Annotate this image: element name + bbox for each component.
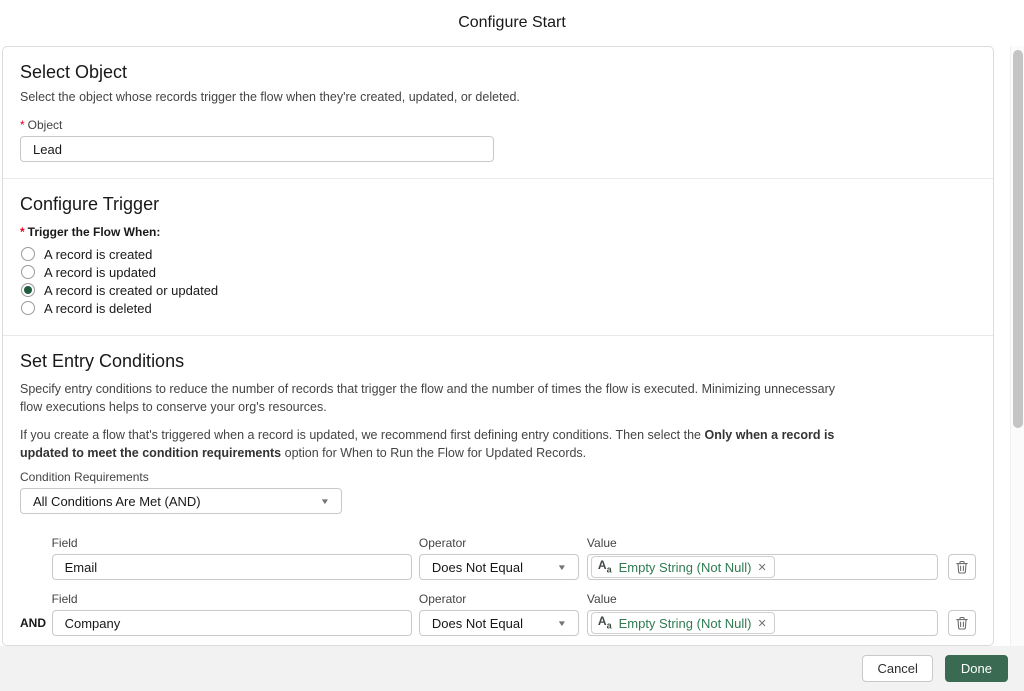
paragraph2-line1: If you create a flow that's triggered wh… [20,426,976,444]
delete-condition-button[interactable] [948,554,976,580]
dialog-title: Configure Start [458,14,566,32]
conditions-list: Field Email Operator Does Not Equal ▼ Va… [20,536,976,636]
paragraph1-line1: Specify entry conditions to reduce the n… [20,380,976,398]
done-button[interactable]: Done [945,655,1008,682]
value-pill[interactable]: Aa Empty String (Not Null) ✕ [591,556,775,578]
configure-trigger-heading: Configure Trigger [20,193,976,215]
operator-column: Operator Does Not Equal ▼ [419,536,579,580]
condition-requirements-select[interactable]: All Conditions Are Met (AND) ▼ [20,488,342,514]
field-column-label: Field [52,592,412,606]
condition-field-value: Company [65,616,121,631]
condition-requirements-label: Condition Requirements [20,470,976,484]
condition-operator-select[interactable]: Does Not Equal ▼ [419,554,579,580]
trigger-when-label: *Trigger the Flow When: [20,225,976,239]
condition-requirements-value: All Conditions Are Met (AND) [33,494,201,509]
required-asterisk: * [20,225,25,239]
trigger-radio-group: A record is created A record is updated … [20,247,976,315]
text-type-icon: Aa [598,615,612,630]
operator-column: Operator Does Not Equal ▼ [419,592,579,636]
chevron-down-icon: ▼ [557,619,567,628]
remove-pill-icon[interactable]: ✕ [758,617,767,630]
configure-start-panel: Select Object Select the object whose re… [2,46,994,646]
operator-column-label: Operator [419,592,579,606]
radio-option-label: A record is deleted [44,301,152,316]
condition-field-input[interactable]: Email [52,554,412,580]
value-column: Value Aa Empty String (Not Null) ✕ [587,536,938,580]
object-field-label: *Object [20,118,976,132]
radio-option-label: A record is created [44,247,152,262]
select-object-description: Select the object whose records trigger … [20,89,976,106]
condition-row: Field Email Operator Does Not Equal ▼ Va… [20,536,976,580]
condition-row: AND Field Company Operator Does Not Equa… [20,592,976,636]
chevron-down-icon: ▼ [557,563,567,572]
dialog-footer: Cancel Done [0,646,1024,691]
paragraph2-line2: updated to meet the condition requiremen… [20,444,976,462]
chevron-down-icon: ▼ [320,497,330,506]
logic-cell: AND [20,610,52,636]
object-input[interactable]: Lead [20,136,494,162]
vertical-scrollbar-thumb[interactable] [1013,50,1023,428]
radio-option-record-created[interactable]: A record is created [20,247,976,261]
text-type-icon: Aa [598,559,612,574]
field-column: Field Company [52,592,412,636]
paragraph1-line2: flow executions helps to conserve your o… [20,398,976,416]
trash-icon [955,560,969,574]
select-object-section: Select Object Select the object whose re… [3,47,993,179]
and-logic-label: AND [20,616,46,630]
value-pill-label: Empty String (Not Null) [619,560,752,575]
condition-operator-select[interactable]: Does Not Equal ▼ [419,610,579,636]
entry-conditions-paragraph2: If you create a flow that's triggered wh… [20,426,976,462]
remove-pill-icon[interactable]: ✕ [758,561,767,574]
delete-condition-button[interactable] [948,610,976,636]
radio-icon[interactable] [21,265,35,279]
condition-field-value: Email [65,560,98,575]
condition-field-input[interactable]: Company [52,610,412,636]
entry-conditions-heading: Set Entry Conditions [20,350,976,372]
object-input-value: Lead [33,142,62,157]
field-column-label: Field [52,536,412,550]
configure-trigger-section: Configure Trigger *Trigger the Flow When… [3,179,993,336]
radio-icon[interactable] [21,301,35,315]
value-pill[interactable]: Aa Empty String (Not Null) ✕ [591,612,775,634]
condition-operator-value: Does Not Equal [432,560,523,575]
condition-value-input[interactable]: Aa Empty String (Not Null) ✕ [587,554,938,580]
radio-option-record-deleted[interactable]: A record is deleted [20,301,976,315]
entry-conditions-paragraph1: Specify entry conditions to reduce the n… [20,380,976,416]
logic-cell [20,554,52,580]
value-column-label: Value [587,592,938,606]
radio-option-record-created-or-updated[interactable]: A record is created or updated [20,283,976,297]
value-pill-label: Empty String (Not Null) [619,616,752,631]
value-column: Value Aa Empty String (Not Null) ✕ [587,592,938,636]
vertical-scrollbar-track[interactable] [1010,46,1024,646]
cancel-button[interactable]: Cancel [862,655,932,682]
select-object-heading: Select Object [20,61,976,83]
trash-icon [955,616,969,630]
radio-option-label: A record is updated [44,265,156,280]
radio-option-label: A record is created or updated [44,283,218,298]
entry-conditions-section: Set Entry Conditions Specify entry condi… [3,336,993,646]
radio-selected-icon[interactable] [21,283,35,297]
radio-icon[interactable] [21,247,35,261]
radio-option-record-updated[interactable]: A record is updated [20,265,976,279]
required-asterisk: * [20,118,25,132]
value-column-label: Value [587,536,938,550]
operator-column-label: Operator [419,536,579,550]
dialog-header: Configure Start [0,0,1024,46]
condition-operator-value: Does Not Equal [432,616,523,631]
condition-value-input[interactable]: Aa Empty String (Not Null) ✕ [587,610,938,636]
field-column: Field Email [52,536,412,580]
